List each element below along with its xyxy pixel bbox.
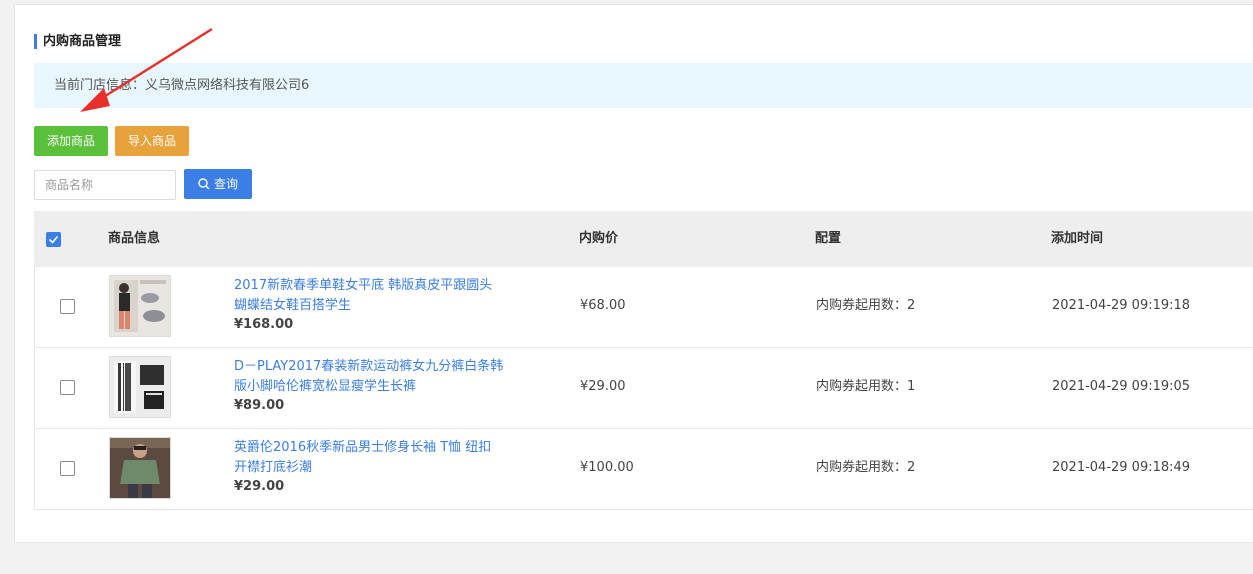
annotation-arrow-icon — [80, 27, 213, 112]
